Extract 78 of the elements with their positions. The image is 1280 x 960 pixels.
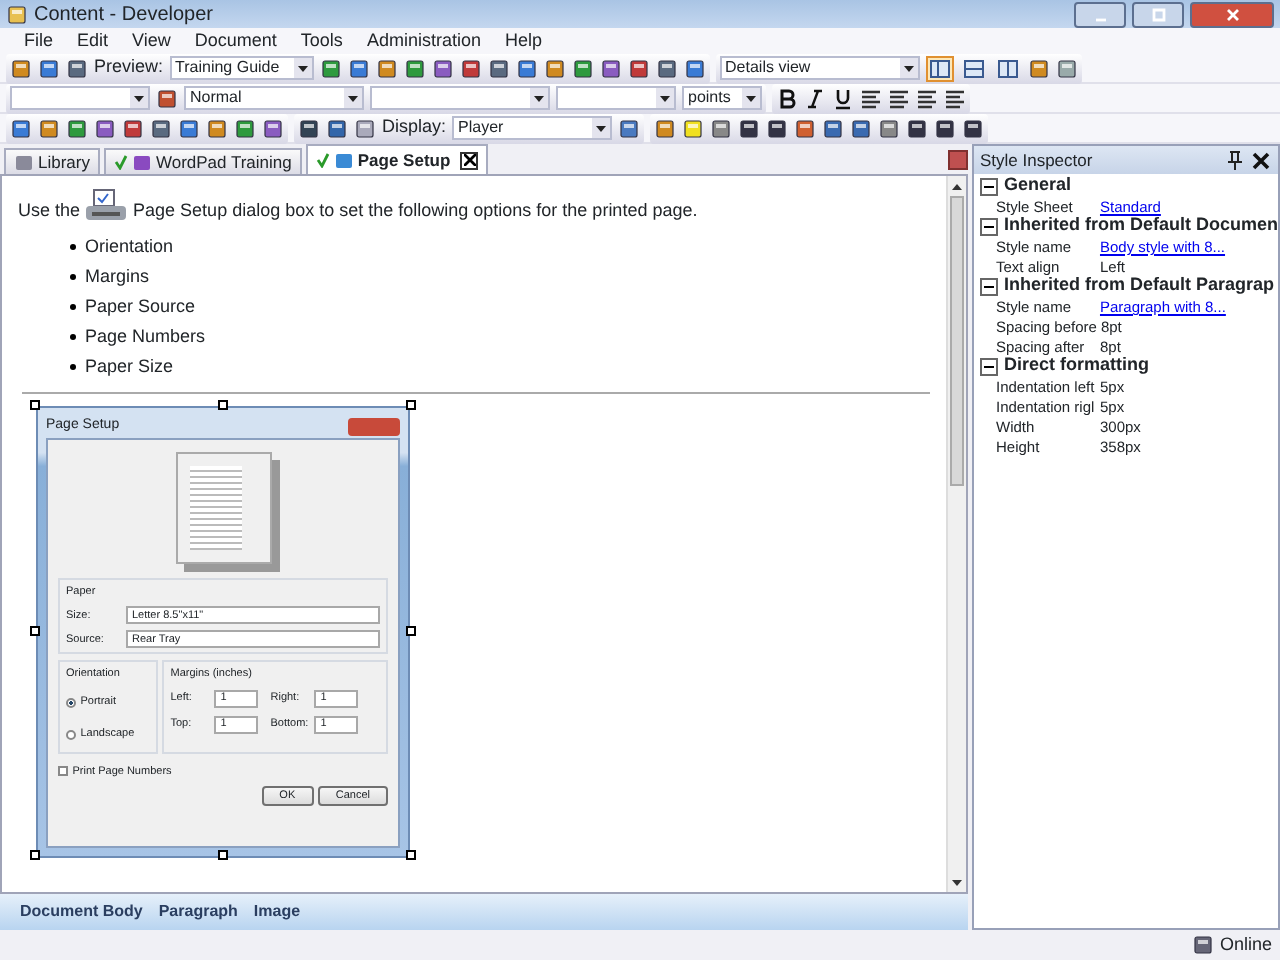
checkmark-icon — [113, 154, 128, 170]
scroll-down-icon[interactable] — [951, 879, 962, 885]
justify-icon[interactable] — [944, 87, 966, 109]
resize-handle[interactable] — [406, 400, 416, 410]
status-text: Online — [1219, 931, 1272, 958]
bullet-icon — [70, 274, 76, 280]
section-title: Inherited from Default Paragrap — [1003, 276, 1275, 296]
document-tab[interactable]: Page Setup — [305, 144, 489, 174]
menu-item[interactable]: View — [120, 27, 183, 55]
pin-icon[interactable] — [1223, 149, 1246, 171]
maximize-icon — [1151, 7, 1165, 21]
style-dropdown[interactable]: Normal — [184, 86, 364, 110]
close-icon[interactable] — [1250, 149, 1272, 171]
resize-handle[interactable] — [406, 850, 416, 860]
preview-label: Preview: — [94, 54, 164, 81]
align-left-icon[interactable] — [860, 87, 882, 109]
layout-button[interactable] — [993, 55, 1022, 81]
display-dropdown[interactable]: Player — [452, 116, 613, 140]
unit-dropdown[interactable]: points — [682, 86, 762, 110]
close-button[interactable] — [1190, 1, 1274, 27]
collapse-icon[interactable] — [977, 216, 1000, 236]
menu-item[interactable]: Administration — [354, 27, 493, 55]
collapse-icon[interactable] — [977, 276, 1000, 296]
underline-icon[interactable] — [832, 87, 854, 109]
italic-icon[interactable] — [804, 87, 826, 109]
view-dropdown[interactable]: Details view — [719, 56, 920, 80]
menu-item[interactable]: Edit — [65, 27, 121, 55]
resize-handle[interactable] — [218, 400, 228, 410]
checkmark-icon — [315, 152, 330, 168]
layout-button[interactable] — [959, 55, 988, 81]
bullet-text: Paper Source — [85, 293, 196, 320]
breadcrumb-item[interactable]: Image — [253, 900, 301, 924]
document-tab[interactable]: WordPad Training — [103, 148, 302, 174]
resize-handle[interactable] — [30, 400, 40, 410]
section-title: Inherited from Default Documen — [1003, 216, 1278, 236]
bullet-icon — [70, 304, 76, 310]
display-label: Display: — [382, 114, 447, 141]
breadcrumb-item[interactable]: Document Body — [20, 900, 143, 924]
window-title: Content - Developer — [34, 1, 215, 29]
close-icon — [1225, 7, 1239, 21]
app-icon[interactable] — [6, 3, 28, 25]
minimize-button[interactable] — [1074, 1, 1126, 27]
scrollbar[interactable] — [945, 176, 966, 892]
preview-dropdown[interactable]: Training Guide — [169, 56, 314, 80]
bullet-text: Page Numbers — [85, 323, 206, 350]
resize-handle[interactable] — [30, 626, 40, 636]
resize-handle[interactable] — [30, 850, 40, 860]
bullet-text: Paper Size — [85, 353, 174, 380]
collapse-icon[interactable] — [977, 176, 1000, 196]
maximize-button[interactable] — [1132, 1, 1184, 27]
collapse-icon[interactable] — [977, 356, 1000, 376]
resize-handle[interactable] — [218, 850, 228, 860]
resize-handle[interactable] — [406, 626, 416, 636]
section-title: General — [1003, 176, 1072, 196]
bullet-text: Margins — [85, 263, 150, 290]
menu-item[interactable]: File — [12, 27, 66, 55]
close-icon — [463, 154, 476, 166]
menu-item[interactable]: Document — [182, 27, 289, 55]
align-right-icon[interactable] — [916, 87, 938, 109]
printer-icon — [84, 188, 129, 224]
menu-item[interactable]: Tools — [288, 27, 355, 55]
intro-text: Page Setup dialog box to set the following options for the printed page. — [133, 197, 698, 224]
breadcrumb-item[interactable]: Paragraph — [158, 900, 238, 924]
section-title: Direct formatting — [1003, 356, 1149, 376]
align-center-icon[interactable] — [888, 87, 910, 109]
intro-text: Use the — [18, 197, 81, 223]
panel-title: Style Inspector — [979, 147, 1093, 173]
close-tab-button[interactable] — [460, 151, 479, 169]
menu-item[interactable]: Help — [492, 27, 554, 55]
close-panel-button[interactable] — [947, 150, 968, 170]
document-tab[interactable]: Library — [4, 148, 100, 174]
layout-button[interactable] — [925, 55, 954, 81]
bold-icon[interactable] — [776, 87, 798, 109]
bullet-icon — [70, 244, 76, 250]
bullet-text: Orientation — [85, 233, 174, 260]
bullet-icon — [70, 334, 76, 340]
bullet-icon — [70, 364, 76, 370]
scroll-up-icon[interactable] — [951, 183, 962, 189]
